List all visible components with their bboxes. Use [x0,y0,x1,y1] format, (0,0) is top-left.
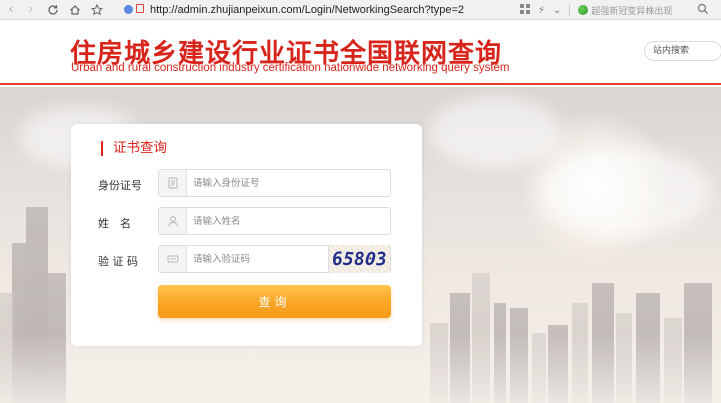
browser-tools: ⚡ ⌄ 超强新冠变异株出现 [520,0,672,20]
site-header: 住房城乡建设行业证书全国联网查询 Urban and rural constru… [0,21,721,85]
name-input[interactable] [187,209,387,233]
id-number-field [158,169,391,197]
user-icon [159,208,187,234]
news-icon [578,5,589,15]
refresh-icon[interactable] [42,0,64,20]
browser-search-icon[interactable] [697,3,711,17]
browser-toolbar: ‹ › http://admin.zhujianpeixun.com/Login… [0,0,721,20]
bookmark-star-icon[interactable] [86,0,108,20]
grid-icon[interactable] [520,3,530,17]
address-bar[interactable]: http://admin.zhujianpeixun.com/Login/Net… [124,2,502,18]
captcha-image[interactable]: 6 5 8 0 3 [328,245,390,273]
lightning-icon[interactable]: ⚡ [538,5,545,16]
id-number-input[interactable] [187,171,387,195]
back-icon[interactable]: ‹ [2,0,20,20]
news-ticker[interactable]: 超强新冠变异株出现 [578,4,672,17]
site-search-input[interactable]: 站内搜索 [644,41,721,61]
cloud [540,147,710,237]
security-shield-icon [124,5,133,14]
forward-icon[interactable]: › [20,0,42,20]
captcha-input[interactable] [187,247,322,271]
card-title: 证书查询 [101,141,167,156]
chevron-down-icon[interactable]: ⌄ [553,5,561,16]
news-text: 超强新冠变异株出现 [591,6,673,17]
keyboard-icon [159,246,187,272]
captcha-label: 验 证 码 [98,255,138,268]
divider [569,4,571,16]
name-label: 姓 名 [98,217,131,230]
captcha-digit: 3 [375,248,388,270]
url-text: http://admin.zhujianpeixun.com/Login/Net… [150,3,464,16]
site-subtitle: Urban and rural construction industry ce… [71,62,510,74]
certificate-icon [136,4,144,13]
home-icon[interactable] [64,0,86,20]
id-number-label: 身份证号 [98,179,142,192]
query-button[interactable]: 查询 [158,285,391,318]
name-field [158,207,391,235]
id-card-icon [159,170,187,196]
cloud [430,97,560,167]
certificate-query-card: 证书查询 身份证号 姓 名 验 证 码 6 5 8 0 3 查询 [71,124,422,346]
